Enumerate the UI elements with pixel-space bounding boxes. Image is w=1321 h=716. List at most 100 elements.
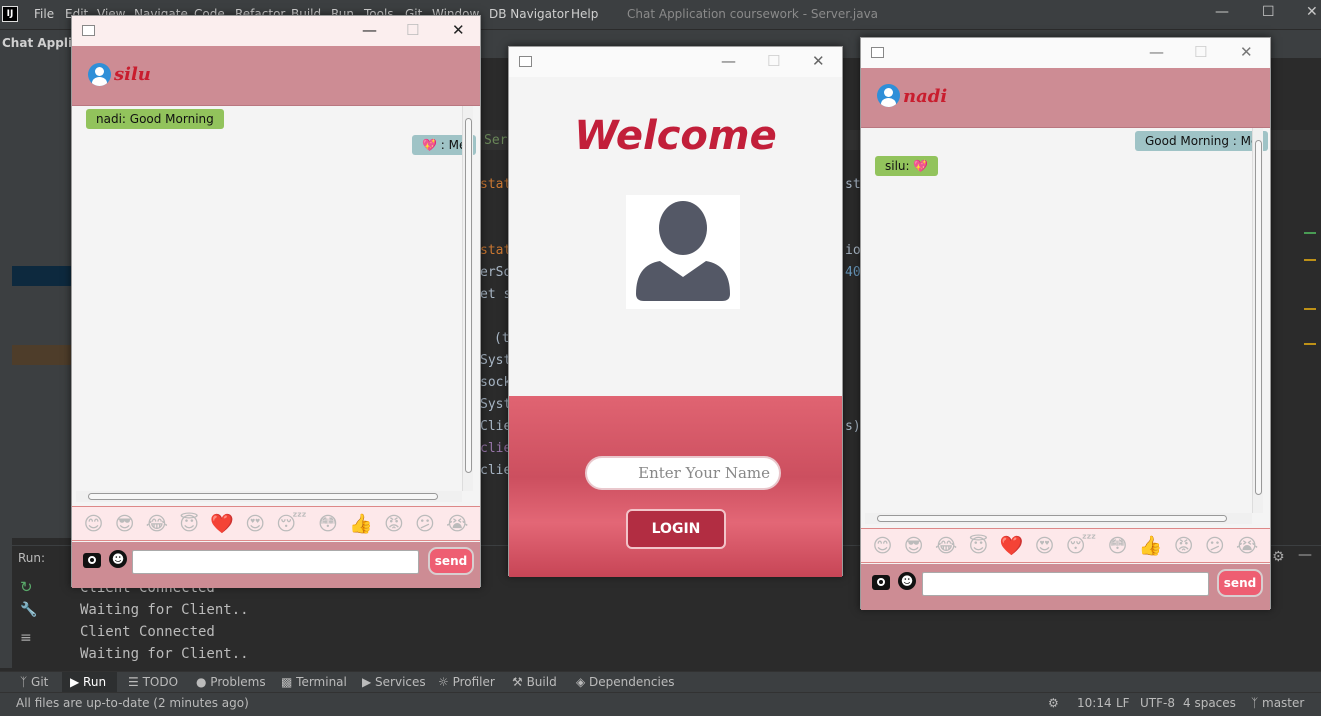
minimize-icon[interactable]: —: [1149, 43, 1164, 61]
message-input[interactable]: [922, 572, 1209, 596]
emoji-heart[interactable]: ❤️: [210, 512, 234, 535]
emoji-sleepy[interactable]: 😴: [276, 513, 306, 535]
chat-window-silu: — ☐ ✕ silu nadi: Good Morning 💖 : Me 😊 😎…: [71, 15, 481, 588]
settings-gear-icon[interactable]: ⚙: [1272, 549, 1285, 565]
tab-run[interactable]: ▶ Run: [70, 675, 106, 689]
emoji-smile[interactable]: 😊: [873, 535, 893, 557]
emoji-angel[interactable]: 😇: [179, 513, 199, 535]
emoji-crying[interactable]: 😭: [1236, 535, 1258, 557]
inspector-icon[interactable]: ⚙: [1048, 696, 1059, 710]
problems-icon: ●: [196, 675, 211, 689]
error-stripe-mark: [1304, 259, 1316, 261]
tab-git[interactable]: ᛉ Git: [20, 675, 48, 689]
send-button[interactable]: send: [1217, 569, 1263, 597]
emoji-heart-eyes[interactable]: 😍: [245, 513, 265, 535]
maximize-icon[interactable]: ☐: [767, 52, 780, 70]
name-input[interactable]: Enter Your Name: [585, 456, 781, 490]
message-area[interactable]: nadi: Good Morning 💖 : Me: [76, 106, 477, 506]
emoji-sleepy[interactable]: 😴: [1066, 535, 1096, 557]
user-avatar-icon: [877, 84, 900, 107]
tab-todo[interactable]: ☰ TODO: [128, 675, 178, 689]
emoji-confused[interactable]: 😕: [1205, 535, 1225, 557]
code-line: clie: [480, 463, 512, 478]
window-titlebar: — ☐ ✕: [861, 38, 1270, 68]
emoji-angry[interactable]: 😡: [1174, 535, 1194, 557]
git-branch-icon: ᛉ: [20, 675, 32, 689]
emoji-heart-eyes[interactable]: 😍: [1035, 535, 1055, 557]
scroll-thumb[interactable]: [1255, 140, 1262, 495]
status-encoding[interactable]: UTF-8: [1140, 696, 1175, 710]
project-selected-row[interactable]: [12, 266, 80, 286]
message-input[interactable]: [132, 550, 419, 574]
tab-terminal[interactable]: ▩ Terminal: [281, 675, 347, 689]
emoji-angel[interactable]: 😇: [968, 535, 988, 557]
vertical-scrollbar[interactable]: [462, 106, 473, 491]
chat-window-nadi: — ☐ ✕ nadi Good Morning : Me silu: 💖 😊 😎…: [860, 37, 1271, 610]
close-icon[interactable]: ✕: [452, 21, 465, 39]
profiler-icon: ☼: [438, 675, 453, 689]
soft-wrap-icon[interactable]: ≡: [20, 630, 32, 646]
emoji-crying[interactable]: 😭: [446, 513, 468, 535]
vertical-scrollbar[interactable]: [1252, 128, 1263, 513]
emoji-sunglasses[interactable]: 😎: [904, 535, 924, 557]
tab-services[interactable]: ▶ Services: [362, 675, 426, 689]
maximize-icon[interactable]: ☐: [1194, 43, 1207, 61]
status-line-separator[interactable]: LF: [1116, 696, 1130, 710]
chat-username: silu: [114, 64, 151, 85]
scroll-thumb[interactable]: [465, 118, 472, 473]
emoji-laugh[interactable]: 😂: [146, 513, 168, 535]
status-indent[interactable]: 4 spaces: [1183, 696, 1236, 710]
emoji-thumbs-up[interactable]: 👍: [1139, 534, 1163, 557]
emoji-laugh[interactable]: 😂: [935, 535, 957, 557]
tab-dependencies[interactable]: ◈ Dependencies: [576, 675, 674, 689]
camera-icon[interactable]: [872, 575, 890, 590]
wrench-icon[interactable]: 🔧: [20, 602, 37, 618]
rerun-icon[interactable]: ↻: [20, 578, 33, 596]
tab-build[interactable]: ⚒ Build: [512, 675, 557, 689]
git-branch-icon: ᛉ: [1251, 696, 1263, 710]
emoji-shocked[interactable]: 😳: [318, 513, 338, 535]
message-area[interactable]: Good Morning : Me silu: 💖: [865, 128, 1269, 528]
emoji-confused[interactable]: 😕: [415, 513, 435, 535]
send-button[interactable]: send: [428, 547, 474, 575]
emoji-sunglasses[interactable]: 😎: [115, 513, 135, 535]
code-line: s): [845, 419, 861, 434]
horizontal-scrollbar[interactable]: [76, 491, 462, 502]
status-caret-position[interactable]: 10:14: [1077, 696, 1112, 710]
message-bubble: nadi: Good Morning: [86, 109, 224, 129]
menu-file[interactable]: File: [34, 7, 54, 21]
emoji-heart[interactable]: ❤️: [1000, 534, 1024, 557]
minimize-icon[interactable]: —: [362, 21, 377, 39]
close-icon[interactable]: ✕: [1240, 43, 1253, 61]
close-icon[interactable]: ✕: [812, 52, 825, 70]
chat-header: nadi: [861, 68, 1270, 128]
list-icon: ☰: [128, 675, 143, 689]
emoji-shocked[interactable]: 😳: [1108, 535, 1128, 557]
project-folder-row[interactable]: [12, 345, 80, 365]
emoji-angry[interactable]: 😡: [384, 513, 404, 535]
hide-panel-icon[interactable]: —: [1298, 547, 1312, 563]
login-button[interactable]: LOGIN: [626, 509, 726, 549]
scroll-thumb[interactable]: [877, 515, 1227, 522]
menu-db-navigator[interactable]: DB Navigator: [489, 7, 569, 21]
ide-close-icon[interactable]: ✕: [1306, 4, 1318, 20]
emoji-smile[interactable]: 😊: [84, 513, 104, 535]
menu-help[interactable]: Help: [571, 7, 598, 21]
code-line: sock: [480, 375, 512, 390]
user-avatar-icon: [88, 63, 111, 86]
status-branch[interactable]: ᛉ master: [1251, 696, 1304, 710]
window-titlebar: — ☐ ✕: [509, 47, 842, 77]
emoji-toggle-icon[interactable]: ☻: [898, 572, 916, 590]
emoji-thumbs-up[interactable]: 👍: [349, 512, 373, 535]
minimize-icon[interactable]: —: [721, 52, 736, 70]
ide-maximize-icon[interactable]: ☐: [1262, 4, 1275, 20]
ide-minimize-icon[interactable]: —: [1215, 4, 1229, 20]
camera-icon[interactable]: [83, 553, 101, 568]
horizontal-scrollbar[interactable]: [865, 513, 1252, 524]
tab-problems[interactable]: ● Problems: [196, 675, 266, 689]
error-stripe-mark: [1304, 232, 1316, 234]
tab-profiler[interactable]: ☼ Profiler: [438, 675, 495, 689]
scroll-thumb[interactable]: [88, 493, 438, 500]
maximize-icon[interactable]: ☐: [406, 21, 419, 39]
emoji-toggle-icon[interactable]: ☻: [109, 550, 127, 568]
